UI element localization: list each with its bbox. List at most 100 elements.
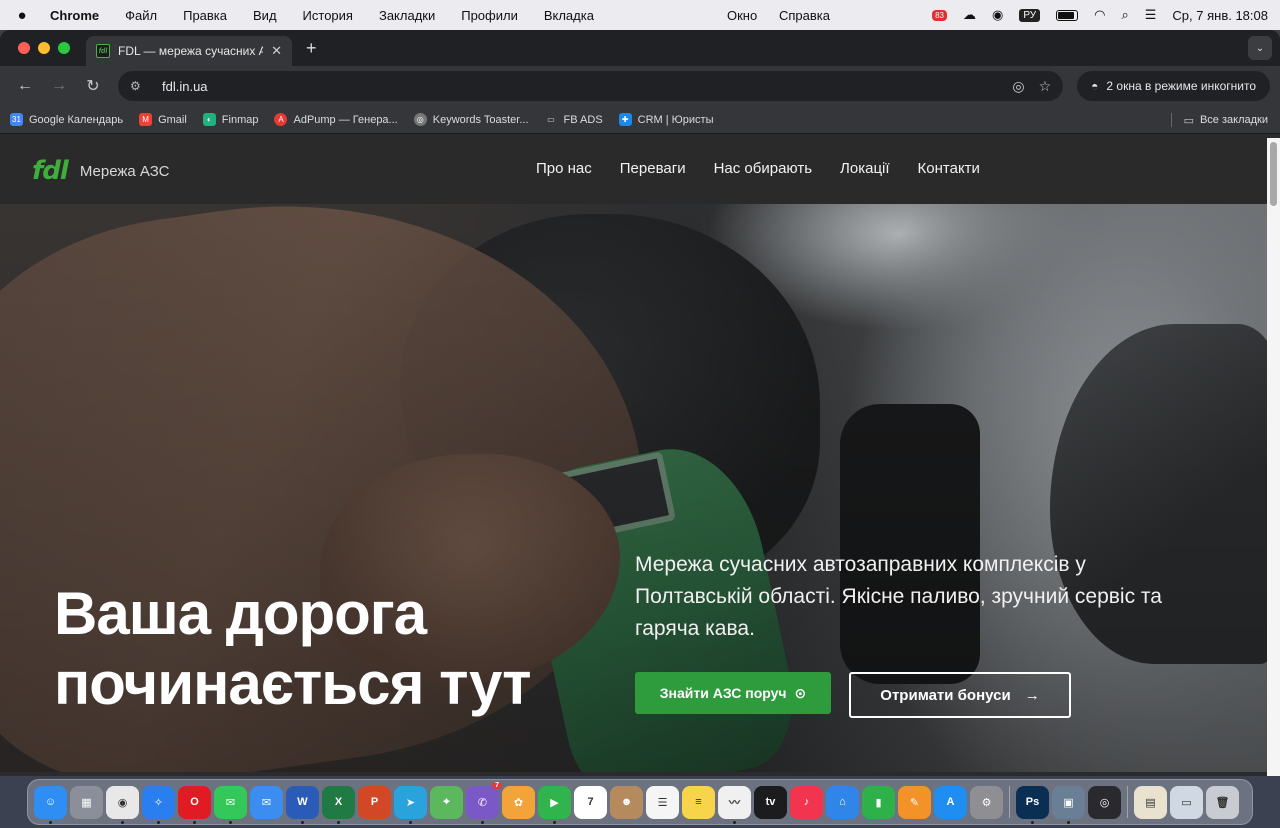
dock-safari-icon[interactable]: ✧ (142, 785, 175, 824)
dock-chrome-icon[interactable]: ◉ (106, 785, 139, 824)
dock-documents-icon[interactable]: ▤ (1134, 785, 1167, 819)
menu-profiles[interactable]: Профили (448, 8, 531, 23)
find-station-button[interactable]: Знайти АЗС поруч ⊙ (635, 672, 831, 714)
menu-file[interactable]: Файл (112, 8, 170, 23)
tracking-protection-eye-icon[interactable]: ◎ (1012, 78, 1024, 95)
dock-notification-badge: 7 (492, 781, 502, 789)
browser-toolbar: ← → ↻ ⚙ fdl.in.ua ◎ ☆ ◓ 2 окна в режиме … (0, 66, 1280, 106)
menu-edit[interactable]: Правка (170, 8, 240, 23)
dock-maps-icon[interactable]: ⌖ (430, 785, 463, 819)
dock-trash-icon[interactable]: 🗑 (1206, 785, 1239, 819)
dock-photos-icon[interactable]: ✿ (502, 785, 535, 819)
tab-search-chevron-icon[interactable]: ⌄ (1248, 36, 1272, 60)
zoom-window-button[interactable] (58, 42, 70, 54)
bookmark-keywords-toaster[interactable]: ◎ Keywords Toaster... (413, 113, 529, 126)
dock-messages-icon[interactable]: ✉ (214, 785, 247, 824)
viber-status-icon[interactable]: ◉ (984, 7, 1011, 23)
dock-downloads-icon[interactable]: ▭ (1170, 785, 1203, 819)
status-app-icon[interactable]: 83 (924, 9, 955, 21)
dock-launchpad-icon[interactable]: ▦ (70, 785, 103, 819)
dock-notes-icon[interactable]: ≡ (682, 785, 715, 819)
nav-about[interactable]: Про нас (536, 160, 592, 177)
close-window-button[interactable] (18, 42, 30, 54)
nav-contacts[interactable]: Контакти (918, 160, 980, 177)
dock-mail-icon[interactable]: ✉ (250, 785, 283, 819)
dock-music-icon[interactable]: ♪ (790, 785, 823, 819)
dock-appstore-icon[interactable]: A (934, 785, 967, 819)
nav-clients[interactable]: Нас обирають (714, 160, 812, 177)
page-scrollbar[interactable] (1267, 138, 1280, 776)
keyboard-layout[interactable]: РУ (1011, 8, 1048, 22)
menu-tab[interactable]: Вкладка (531, 8, 607, 23)
dock-pages-icon[interactable]: ✎ (898, 785, 931, 819)
nav-advantages[interactable]: Переваги (620, 160, 686, 177)
menubar-datetime[interactable]: Ср, 7 янв. 18:08 (1164, 8, 1280, 23)
hero-subtext: Мережа сучасних автозаправних комплексів… (635, 553, 1162, 640)
dock-viber-icon[interactable]: ✆ 7 (466, 781, 502, 824)
back-button[interactable]: ← (10, 71, 40, 101)
dock-finder-icon[interactable]: ☺ (34, 785, 67, 824)
bookmark-google-calendar[interactable]: 31 Google Календарь (10, 113, 123, 126)
dock-running-indicator (733, 820, 736, 824)
dock-quicktime-icon[interactable]: ◎ (1088, 785, 1121, 819)
bookmark-gmail[interactable]: M Gmail (139, 113, 187, 126)
dock-preview-icon[interactable]: ▣ (1052, 785, 1085, 824)
menu-view[interactable]: Вид (240, 8, 290, 23)
bookmark-crm[interactable]: ✚ CRM | Юристы (618, 113, 714, 126)
site-logo[interactable]: fdl Мережа АЗС (32, 156, 169, 186)
dock-word-icon[interactable]: W (286, 785, 319, 824)
dock-settings-icon[interactable]: ⚙ (970, 785, 1003, 819)
dock-running-indicator (301, 820, 304, 824)
dock-opera-icon[interactable]: O (178, 785, 211, 824)
dock-contacts-icon[interactable]: ☻ (610, 785, 643, 819)
tab-bar: fdl FDL — мережа сучасних АЗС ✕ + ⌄ (0, 30, 1280, 66)
get-bonuses-button[interactable]: Отримати бонуси → (849, 672, 1071, 718)
incognito-indicator[interactable]: ◓ 2 окна в режиме инкогнито (1077, 71, 1270, 101)
dock-keynote-icon[interactable]: ⌂ (826, 785, 859, 819)
dock-numbers-icon[interactable]: ▮ (862, 785, 895, 819)
bookmark-star-icon[interactable]: ☆ (1039, 78, 1052, 95)
site-header: fdl Мережа АЗС Про нас Переваги Нас обир… (0, 134, 1267, 204)
dock-running-indicator (409, 820, 412, 824)
new-tab-button[interactable]: + (292, 38, 317, 59)
reload-button[interactable]: ↻ (78, 71, 108, 101)
forward-button[interactable]: → (44, 71, 74, 101)
dock-appletv-icon[interactable]: tv (754, 785, 787, 819)
dock-photoshop-icon[interactable]: Ps (1016, 785, 1049, 824)
all-bookmarks-button[interactable]: ▭ Все закладки (1184, 106, 1268, 134)
menu-help[interactable]: Справка (766, 8, 843, 23)
dock-running-indicator (553, 820, 556, 824)
bookmark-adpump[interactable]: A AdPump — Генера... (274, 113, 398, 126)
webpage: fdl Мережа АЗС Про нас Переваги Нас обир… (0, 134, 1267, 772)
dock-facetime-icon[interactable]: ▶ (538, 785, 571, 824)
menu-bookmarks[interactable]: Закладки (366, 8, 448, 23)
folder-icon: ▭ (547, 115, 555, 124)
apple-menu-icon[interactable]: ● (0, 7, 44, 24)
menu-history[interactable]: История (290, 8, 366, 23)
bookmark-fb-ads[interactable]: ▭ FB ADS (545, 113, 602, 126)
dock-excel-icon[interactable]: X (322, 785, 355, 824)
dock-telegram-icon[interactable]: ➤ (394, 785, 427, 824)
tab-fdl[interactable]: fdl FDL — мережа сучасних АЗС ✕ (86, 36, 292, 66)
dock-powerpoint-icon[interactable]: P (358, 785, 391, 819)
battery-icon[interactable] (1048, 9, 1086, 21)
cloud-sync-icon[interactable]: ☁ (955, 7, 984, 23)
scrollbar-thumb[interactable] (1270, 142, 1277, 206)
bookmarks-divider (1171, 113, 1172, 127)
dock-calendar-icon[interactable]: 7 (574, 785, 607, 819)
close-tab-icon[interactable]: ✕ (271, 43, 282, 59)
nav-locations[interactable]: Локації (840, 160, 890, 177)
macos-dock: ☺ ▦ ◉ ✧ O ✉ ✉ W X P ➤ ⌖ ✆ 7 ✿ ▶ 7 ☻ ☰ ≡ 〰 tv ♪ ⌂ ▮ ✎ A ⚙ Ps ▣ ◎ ▤ ▭ 🗑 (27, 779, 1253, 825)
wifi-icon[interactable]: ◠ (1086, 7, 1113, 23)
url-text[interactable]: fdl.in.ua (162, 79, 998, 94)
menu-window[interactable]: Окно (714, 8, 770, 23)
dock-reminders-icon[interactable]: ☰ (646, 785, 679, 819)
address-bar[interactable]: ⚙ fdl.in.ua ◎ ☆ (118, 71, 1064, 101)
control-center-icon[interactable]: ☰ (1137, 7, 1165, 23)
spotlight-search-icon[interactable]: ⌕ (1113, 7, 1136, 23)
menu-app-chrome[interactable]: Chrome (44, 8, 112, 23)
site-info-icon[interactable]: ⚙ (130, 79, 150, 93)
minimize-window-button[interactable] (38, 42, 50, 54)
dock-freeform-icon[interactable]: 〰 (718, 785, 751, 824)
bookmark-finmap[interactable]: ◐ Finmap (202, 113, 258, 126)
